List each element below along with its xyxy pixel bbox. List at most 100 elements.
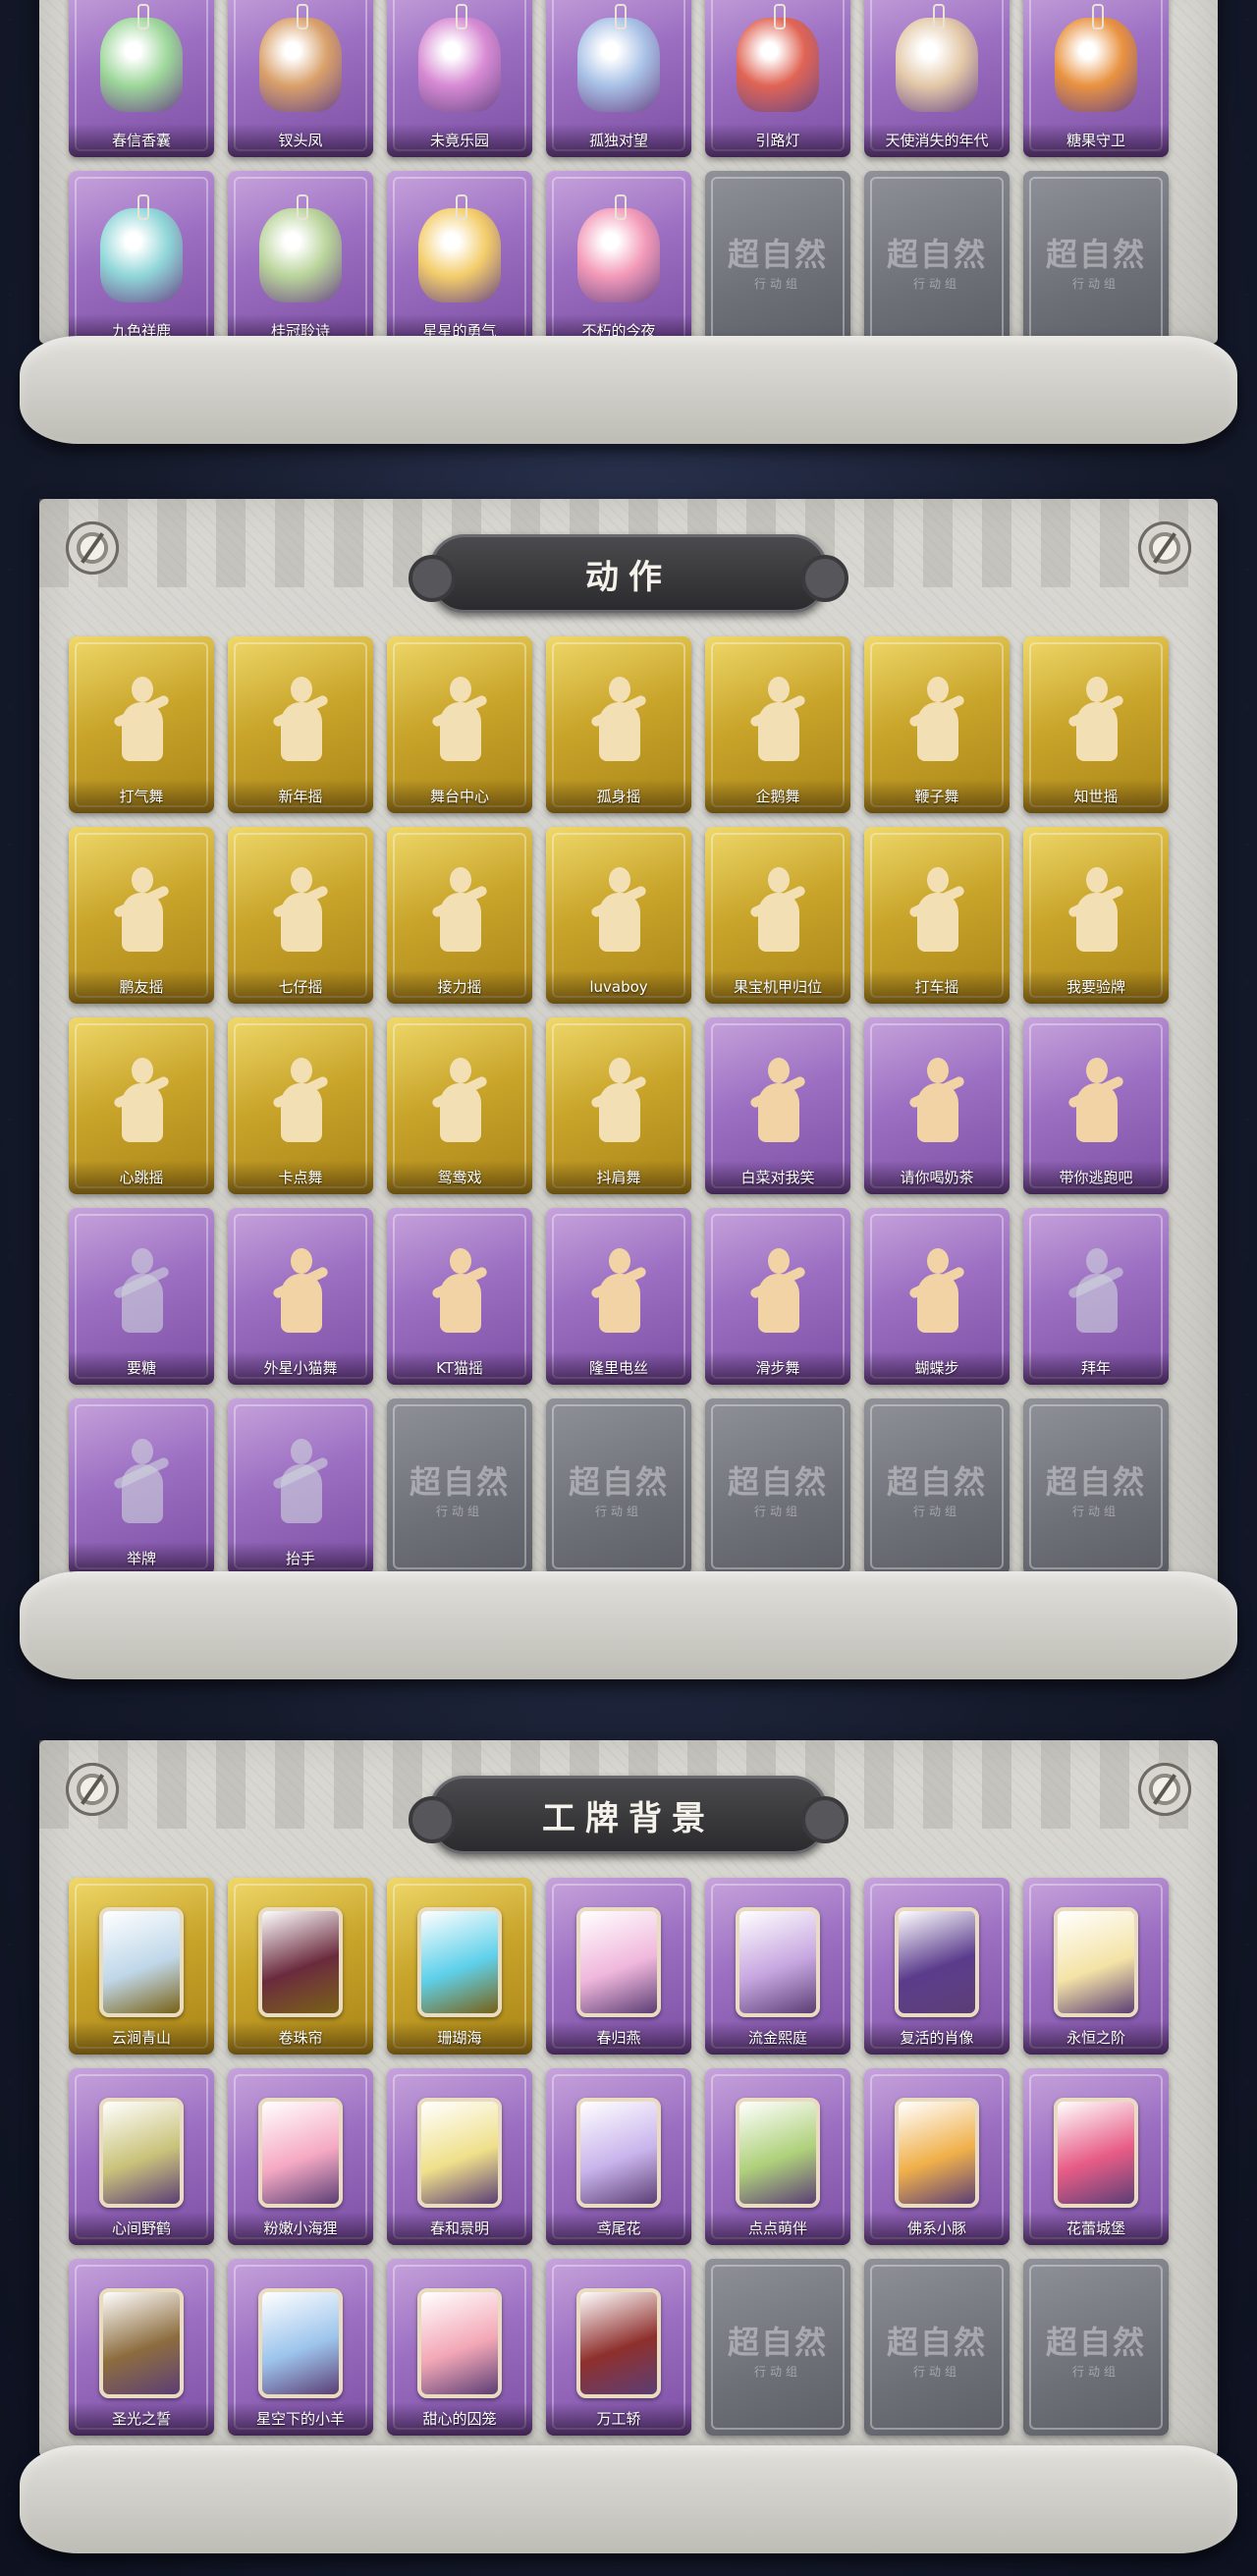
item-card[interactable]: 鸢尾花 — [546, 2068, 691, 2245]
scroll-bottom-roll — [20, 336, 1237, 444]
item-card[interactable]: 要糖 — [69, 1208, 214, 1385]
dancer-silhouette-icon — [572, 857, 666, 965]
badge-background-icon — [1049, 1907, 1143, 2018]
item-name: 孤独对望 — [546, 124, 691, 157]
item-card[interactable]: 打气舞 — [69, 636, 214, 813]
charm-figure — [418, 194, 501, 303]
item-name: 引路灯 — [705, 124, 850, 157]
badge-background-preview — [736, 1907, 820, 2018]
item-card[interactable]: 滑步舞 — [705, 1208, 850, 1385]
item-card[interactable]: 引路灯 — [705, 0, 850, 157]
watermark-sub: 行动组 — [912, 1505, 960, 1518]
badge-background-icon — [253, 2098, 348, 2209]
item-name: 未竟乐园 — [387, 124, 532, 157]
badge-background-preview — [895, 2098, 979, 2209]
item-name: 舞台中心 — [387, 780, 532, 813]
item-card[interactable]: 卷珠帘 — [228, 1878, 373, 2055]
item-card[interactable]: 隆里电丝 — [546, 1208, 691, 1385]
item-card[interactable]: KT猫摇 — [387, 1208, 532, 1385]
watermark-logo: 超自然 行动组 — [864, 2318, 1010, 2380]
item-card[interactable]: 春归燕 — [546, 1878, 691, 2055]
item-card[interactable]: 带你逃跑吧 — [1023, 1017, 1169, 1194]
item-name: 圣光之誓 — [69, 2402, 214, 2436]
item-card[interactable]: 举牌 — [69, 1398, 214, 1575]
watermark-logo: 超自然 行动组 — [705, 2318, 850, 2380]
item-card[interactable]: 糖果守卫 — [1023, 0, 1169, 157]
pendant-charm-icon — [412, 194, 507, 309]
item-card[interactable]: 抬手 — [228, 1398, 373, 1575]
item-card[interactable]: 请你喝奶茶 — [864, 1017, 1010, 1194]
pendant-charm-icon — [94, 194, 189, 309]
item-card[interactable]: 孤独对望 — [546, 0, 691, 157]
item-card[interactable]: 不朽的今夜 — [546, 171, 691, 348]
item-name: 珊瑚海 — [387, 2021, 532, 2055]
locked-item-card: 超自然 行动组 — [546, 1398, 691, 1575]
item-card[interactable]: 珊瑚海 — [387, 1878, 532, 2055]
badge-background-icon — [572, 2288, 666, 2399]
watermark-logo: 超自然 行动组 — [864, 1457, 1010, 1519]
item-card[interactable]: 打车摇 — [864, 827, 1010, 1004]
item-name: 孤身摇 — [546, 780, 691, 813]
item-card[interactable]: 佛系小豚 — [864, 2068, 1010, 2245]
badge-background-icon — [412, 2288, 507, 2399]
item-card[interactable]: 永恒之阶 — [1023, 1878, 1169, 2055]
dancer-silhouette-icon — [412, 1238, 507, 1346]
badge-background-icon — [94, 1907, 189, 2018]
item-card[interactable]: 未竟乐园 — [387, 0, 532, 157]
item-card[interactable]: 九色祥鹿 — [69, 171, 214, 348]
dancer-silhouette-icon — [890, 667, 984, 775]
watermark-logo: 超自然 行动组 — [546, 1457, 691, 1519]
item-card[interactable]: 万工轿 — [546, 2259, 691, 2436]
item-card[interactable]: 知世摇 — [1023, 636, 1169, 813]
dancer-silhouette-icon — [1049, 857, 1143, 965]
item-card[interactable]: 果宝机甲归位 — [705, 827, 850, 1004]
watermark-main: 超自然 — [727, 1463, 828, 1501]
item-card[interactable]: 蝴蝶步 — [864, 1208, 1010, 1385]
item-card[interactable]: 孤身摇 — [546, 636, 691, 813]
badge-background-preview — [417, 2288, 502, 2399]
item-card[interactable]: 鞭子舞 — [864, 636, 1010, 813]
item-card[interactable]: 我要验牌 — [1023, 827, 1169, 1004]
item-card[interactable]: 心跳摇 — [69, 1017, 214, 1194]
item-card[interactable]: 七仔摇 — [228, 827, 373, 1004]
item-card[interactable]: 心间野鹤 — [69, 2068, 214, 2245]
locked-item-card: 超自然 行动组 — [1023, 171, 1169, 348]
item-card[interactable]: 桂冠聆诗 — [228, 171, 373, 348]
item-card[interactable]: 星空下的小羊 — [228, 2259, 373, 2436]
item-card[interactable]: 点点萌伴 — [705, 2068, 850, 2245]
pendant-charm-icon — [253, 4, 348, 119]
item-card[interactable]: 天使消失的年代 — [864, 0, 1010, 157]
item-card[interactable]: 抖肩舞 — [546, 1017, 691, 1194]
item-card[interactable]: 外星小猫舞 — [228, 1208, 373, 1385]
item-card[interactable]: 新年摇 — [228, 636, 373, 813]
item-card[interactable]: 鹏友摇 — [69, 827, 214, 1004]
charm-figure — [418, 4, 501, 113]
section-title-plate: 动作 — [409, 534, 848, 613]
locked-item-card: 超自然 行动组 — [705, 1398, 850, 1575]
item-card[interactable]: 钗头凤 — [228, 0, 373, 157]
item-card[interactable]: luvaboy — [546, 827, 691, 1004]
item-card[interactable]: 星星的勇气 — [387, 171, 532, 348]
item-card[interactable]: 春信香囊 — [69, 0, 214, 157]
watermark-logo: 超自然 行动组 — [387, 1457, 532, 1519]
dancer-silhouette-icon — [572, 667, 666, 775]
item-card[interactable]: 粉嫩小海狸 — [228, 2068, 373, 2245]
item-card[interactable]: 甜心的囚笼 — [387, 2259, 532, 2436]
item-card[interactable]: 拜年 — [1023, 1208, 1169, 1385]
item-card[interactable]: 接力摇 — [387, 827, 532, 1004]
item-card[interactable]: 舞台中心 — [387, 636, 532, 813]
item-card[interactable]: 圣光之誓 — [69, 2259, 214, 2436]
item-card[interactable]: 白菜对我笑 — [705, 1017, 850, 1194]
locked-item-card: 超自然 行动组 — [864, 171, 1010, 348]
item-card[interactable]: 复活的肖像 — [864, 1878, 1010, 2055]
item-card[interactable]: 卡点舞 — [228, 1017, 373, 1194]
item-card[interactable]: 春和景明 — [387, 2068, 532, 2245]
item-card[interactable]: 云涧青山 — [69, 1878, 214, 2055]
silhouette-figure — [112, 1439, 171, 1527]
item-card[interactable]: 企鹅舞 — [705, 636, 850, 813]
item-card[interactable]: 流金熙庭 — [705, 1878, 850, 2055]
item-card[interactable]: 花蕾城堡 — [1023, 2068, 1169, 2245]
dancer-silhouette-icon — [253, 1429, 348, 1537]
item-card[interactable]: 鸳鸯戏 — [387, 1017, 532, 1194]
watermark-sub: 行动组 — [753, 277, 801, 291]
